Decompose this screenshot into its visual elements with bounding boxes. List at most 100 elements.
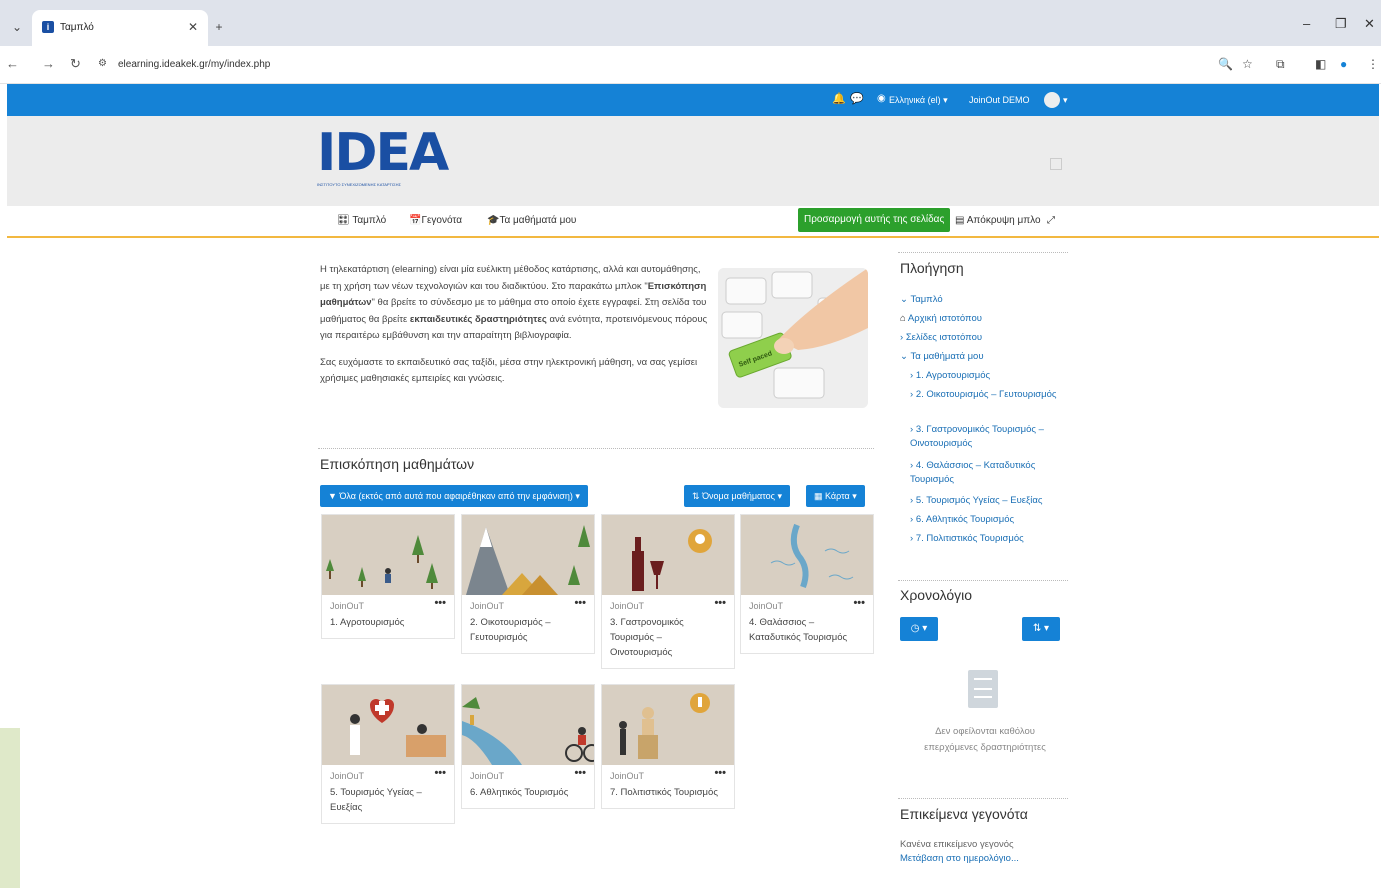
header-action-icon[interactable] [1050,158,1062,170]
timeline-sort-button[interactable]: ⇅ ▾ [1022,617,1060,641]
nav-tree-course-5[interactable]: › 5. Τουρισμός Υγείας – Ευεξίας [910,494,1070,508]
extensions-icon[interactable]: ⧉ [1276,57,1285,72]
go-to-calendar-link[interactable]: Μετάβαση στο ημερολόγιο... [900,852,1019,866]
course-sort-dropdown[interactable]: ⇅ Όνομα μαθήματος ▾ [684,485,791,507]
course-name[interactable]: 2. Οικοτουρισμός – Γευτουρισμός [470,615,586,645]
course-name[interactable]: 3. Γαστρονομικός Τουρισμός – Οινοτουρισμ… [610,615,726,660]
timeline-empty-message: Δεν οφείλονται καθόλου επερχόμενες δραστ… [924,726,1046,753]
customize-page-button[interactable]: Προσαρμογή αυτής της σελίδας [798,208,951,232]
nav-my-courses-label: Τα μαθήματά μου [499,215,577,226]
course-category: JoinOuT [330,601,365,611]
course-card-body: JoinOuT 7. Πολιτιστικός Τουρισμός ••• [602,765,734,808]
course-image-ecotourism [462,515,594,595]
close-window-icon[interactable]: ✕ [1364,16,1375,32]
nav-events-label: Γεγονότα [421,215,462,226]
nav-tree-course-label: 2. Οικοτουρισμός – Γευτουρισμός [915,389,1057,400]
nav-dashboard[interactable]: 🎛 Ταμπλό [337,215,386,226]
nav-tree-site-pages[interactable]: › Σελίδες ιστοτόπου [900,331,982,345]
hero-keyboard-image: Self paced [718,268,868,408]
intro-bold-2: εκπαιδευτικές δραστηριότητες [409,313,547,325]
notifications-bell-icon[interactable]: 🔔 [832,92,846,105]
profile-icon[interactable]: ● [1340,57,1347,71]
course-actions-menu-icon[interactable]: ••• [714,597,726,609]
tab-close-icon[interactable]: ✕ [188,20,198,34]
zoom-icon[interactable]: 🔍 [1218,57,1233,71]
nav-tree-course-2[interactable]: › 2. Οικοτουρισμός – Γευτουρισμός [910,388,1070,402]
nav-dashboard-label: Ταμπλό [352,215,387,226]
course-actions-menu-icon[interactable]: ••• [434,597,446,609]
intro-text-1: Η τηλεκατάρτιση (elearning) είναι μία ευ… [320,264,701,292]
nav-tree-course-1[interactable]: › 1. Αγροτουρισμός [910,369,1070,383]
course-filter-label: Όλα (εκτός από αυτά που αφαιρέθηκαν από … [339,491,580,501]
timeline-filter-button[interactable]: ◷ ▾ [900,617,938,641]
course-filter-dropdown[interactable]: ▼ Όλα (εκτός από αυτά που αφαιρέθηκαν απ… [320,485,588,507]
course-category: JoinOuT [610,771,645,781]
course-actions-menu-icon[interactable]: ••• [434,767,446,779]
user-menu[interactable]: JoinOut DEMO [969,95,1030,105]
url-field[interactable]: elearning.ideakek.gr/my/index.php [118,59,270,70]
maximize-icon[interactable]: ❐ [1335,16,1347,32]
course-card[interactable]: JoinOuT 1. Αγροτουρισμός ••• [321,514,455,639]
site-logo[interactable]: IDEA ΙΝΣΤΙΤΟΥΤΟ ΣΥΝΕΧΙΖΟΜΕΝΗΣ ΚΑΤΑΡΤΙΣΗΣ [317,123,449,200]
nav-tree-course-label: 7. Πολιτιστικός Τουρισμός [915,533,1024,544]
forward-icon[interactable]: → [42,56,55,71]
divider [898,580,1068,581]
course-actions-menu-icon[interactable]: ••• [574,597,586,609]
course-actions-menu-icon[interactable]: ••• [714,767,726,779]
user-menu-caret-icon[interactable]: ▾ [1063,95,1068,106]
courses-icon: 🎓 [487,215,500,226]
minimize-icon[interactable]: – [1303,16,1310,31]
back-icon[interactable]: ← [6,56,19,71]
course-name[interactable]: 5. Τουρισμός Υγείας – Ευεξίας [330,785,446,815]
course-card[interactable]: JoinOuT 4. Θαλάσσιος – Καταδυτικός Τουρι… [740,514,874,654]
side-panel-icon[interactable]: ◧ [1315,57,1326,71]
secondary-navbar: 🎛 Ταμπλό 📅Γεγονότα 🎓Τα μαθήματά μου Προσ… [7,206,1379,238]
site-info-icon[interactable]: ⚙ [98,58,107,69]
course-category: JoinOuT [470,601,505,611]
nav-tree-my-courses[interactable]: ⌄ Τα μαθήματά μου [900,350,984,364]
bookmark-star-icon[interactable]: ☆ [1242,57,1253,71]
nav-tree-home[interactable]: ⌂ Αρχική ιστοτόπου [900,312,982,326]
fullscreen-icon[interactable]: ⤢ [1047,215,1055,226]
home-icon: ⌂ [900,313,906,324]
course-actions-menu-icon[interactable]: ••• [574,767,586,779]
course-name[interactable]: 4. Θαλάσσιος – Καταδυτικός Τουρισμός [749,615,865,645]
timeline-block-title: Χρονολόγιο [900,587,973,603]
course-card[interactable]: JoinOuT 5. Τουρισμός Υγείας – Ευεξίας ••… [321,684,455,824]
nav-tree-dashboard[interactable]: ⌄ Ταμπλό [900,293,943,307]
new-tab-icon[interactable]: + [210,18,228,36]
reload-icon[interactable]: ↻ [70,56,81,72]
nav-tree-course-3[interactable]: › 3. Γαστρονομικός Τουρισμός – Οινοτουρι… [910,423,1070,451]
hide-blocks-button[interactable]: ▤ Απόκρυψη μπλο [955,215,1041,226]
nav-tree-course-4[interactable]: › 4. Θαλάσσιος – Καταδυτικός Τουρισμός [910,459,1070,487]
course-name[interactable]: 6. Αθλητικός Τουρισμός [470,785,586,800]
nav-tree-course-7[interactable]: › 7. Πολιτιστικός Τουρισμός [910,532,1070,546]
messages-icon[interactable]: 💬 [850,92,864,105]
course-name[interactable]: 1. Αγροτουρισμός [330,615,446,630]
tab-search-chevron-icon[interactable]: ⌄ [8,18,26,36]
address-bar: ← → ↻ ⚙ elearning.ideakek.gr/my/index.ph… [0,46,1381,84]
browser-tab[interactable]: i Ταμπλό ✕ [32,10,208,46]
upcoming-events-title: Επικείμενα γεγονότα [900,806,1028,822]
course-card-body: JoinOuT 1. Αγροτουρισμός ••• [322,595,454,638]
logo-text: IDEA [317,123,449,183]
grid-view-icon: ▦ [814,491,823,501]
course-actions-menu-icon[interactable]: ••• [853,597,865,609]
nav-tree-course-label: 1. Αγροτουρισμός [915,370,991,381]
nav-tree-course-label: 6. Αθλητικός Τουρισμός [915,514,1015,525]
nav-tree-course-6[interactable]: › 6. Αθλητικός Τουρισμός [910,513,1070,527]
language-menu[interactable]: Ελληνικά (el) ▾ [889,95,948,106]
course-card[interactable]: JoinOuT 3. Γαστρονομικός Τουρισμός – Οιν… [601,514,735,669]
intro-paragraph-1: Η τηλεκατάρτιση (elearning) είναι μία ευ… [320,262,708,345]
nav-tree-my-courses-label: Τα μαθήματά μου [910,351,984,362]
divider [898,252,1068,253]
course-card[interactable]: JoinOuT 7. Πολιτιστικός Τουρισμός ••• [601,684,735,809]
nav-events[interactable]: 📅Γεγονότα [409,215,462,226]
browser-menu-icon[interactable]: ⋮ [1367,57,1379,71]
nav-my-courses[interactable]: 🎓Τα μαθήματά μου [487,215,576,226]
course-card[interactable]: JoinOuT 2. Οικοτουρισμός – Γευτουρισμός … [461,514,595,654]
avatar[interactable] [1044,92,1060,108]
course-name[interactable]: 7. Πολιτιστικός Τουρισμός [610,785,726,800]
course-view-dropdown[interactable]: ▦ Κάρτα ▾ [806,485,865,507]
course-card[interactable]: JoinOuT 6. Αθλητικός Τουρισμός ••• [461,684,595,809]
